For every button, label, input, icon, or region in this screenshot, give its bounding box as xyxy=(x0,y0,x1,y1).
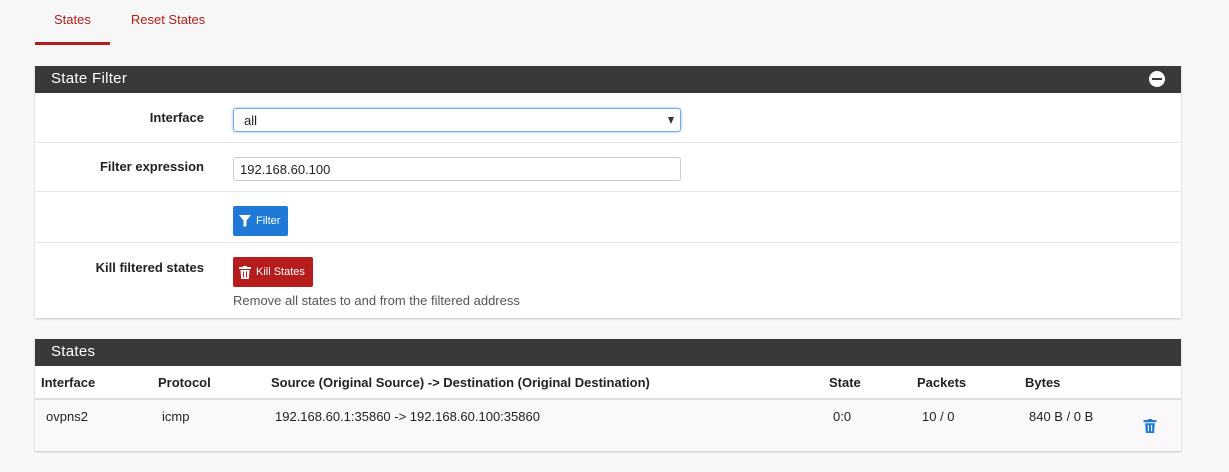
filter-button-row: Filter xyxy=(35,192,1181,243)
cell-packets: 10 / 0 xyxy=(922,409,955,424)
interface-select-value: all xyxy=(244,113,258,128)
trash-icon xyxy=(239,265,251,279)
kill-states-button-label: Kill States xyxy=(256,266,305,278)
filter-expression-row: Filter expression 192.168.60.100 xyxy=(35,143,1181,192)
tab-reset-states[interactable]: Reset States xyxy=(112,0,224,45)
column-header-bytes[interactable]: Bytes xyxy=(1025,375,1060,390)
tab-bar: States Reset States xyxy=(35,0,224,45)
state-filter-heading: State Filter xyxy=(35,66,1181,93)
filter-expression-input[interactable]: 192.168.60.100 xyxy=(233,157,681,181)
chevron-down-icon xyxy=(668,117,674,124)
interface-select[interactable]: all xyxy=(233,108,681,132)
states-panel: States Interface Protocol Source (Origin… xyxy=(35,339,1181,451)
interface-label: Interface xyxy=(149,110,204,125)
filter-button[interactable]: Filter xyxy=(233,206,289,236)
kill-states-row: Kill filtered states Kill States Remove … xyxy=(35,243,1181,318)
cell-interface: ovpns2 xyxy=(46,409,88,424)
tab-states[interactable]: States xyxy=(35,0,110,45)
cell-bytes: 840 B / 0 B xyxy=(1029,409,1094,424)
interface-row: Interface all xyxy=(35,93,1181,143)
cell-protocol: icmp xyxy=(162,409,190,424)
column-header-protocol[interactable]: Protocol xyxy=(158,375,211,390)
cell-source-destination: 192.168.60.1:35860 -> 192.168.60.100:358… xyxy=(275,409,540,424)
state-filter-title: State Filter xyxy=(51,70,128,87)
kill-states-button[interactable]: Kill States xyxy=(233,257,313,287)
filter-icon xyxy=(239,215,251,227)
filter-expression-value: 192.168.60.100 xyxy=(240,162,331,177)
cell-state: 0:0 xyxy=(833,409,852,424)
filter-expression-label: Filter expression xyxy=(99,159,204,174)
states-title: States xyxy=(51,343,96,360)
column-header-state[interactable]: State xyxy=(829,375,861,390)
kill-filtered-states-label: Kill filtered states xyxy=(95,260,204,275)
column-header-interface[interactable]: Interface xyxy=(41,375,95,390)
column-header-packets[interactable]: Packets xyxy=(917,375,966,390)
column-header-source-destination[interactable]: Source (Original Source) -> Destination … xyxy=(271,375,650,390)
states-heading: States xyxy=(35,339,1181,366)
trash-icon[interactable] xyxy=(1143,419,1157,433)
filter-button-label: Filter xyxy=(256,215,281,227)
table-row: ovpns2 icmp 192.168.60.1:35860 -> 192.16… xyxy=(35,400,1181,451)
kill-states-help-text: Remove all states to and from the filter… xyxy=(233,293,520,308)
state-filter-panel: State Filter Interface all Filter expres… xyxy=(35,66,1181,318)
minus-circle-icon[interactable] xyxy=(1149,71,1165,87)
